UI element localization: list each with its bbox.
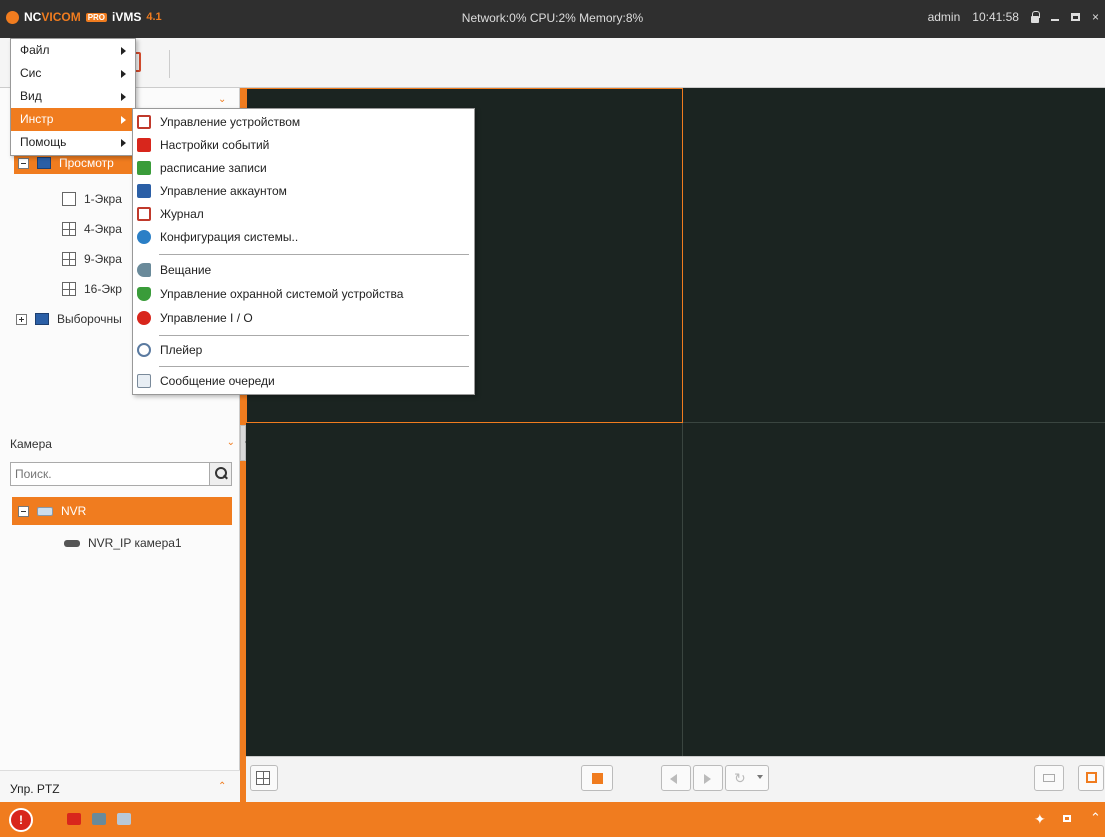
restore-icon[interactable] [1063,815,1071,822]
menu-broadcast[interactable]: Вещание [133,259,474,281]
account-management-icon [137,184,151,198]
menu-item-tools[interactable]: Инстр [11,108,135,131]
arrow-left-icon [670,774,677,784]
snapshot-button[interactable] [1034,765,1064,791]
nvr-icon [37,506,53,516]
custom-view-icon [35,313,49,325]
audio-icon[interactable] [117,813,131,825]
chevron-right-icon [121,139,126,147]
refresh-icon: ↻ [734,770,746,786]
pin-icon[interactable]: ✦ [1034,811,1046,828]
menu-io-management[interactable]: Управление I / O [133,307,474,329]
menu-item-view[interactable]: Вид [11,85,135,108]
chevron-right-icon [121,70,126,78]
menu-log[interactable]: Журнал [133,203,474,225]
stop-icon [592,773,603,784]
tree-item-custom-view[interactable]: Выборочны [16,312,122,326]
minimize-icon[interactable] [1050,19,1059,21]
next-button[interactable] [693,765,723,791]
search-icon[interactable] [209,463,231,485]
playback-control-bar: ↻ [246,756,1105,802]
chevron-down-icon[interactable]: ⌄ [227,437,235,451]
expand-icon[interactable] [16,313,27,325]
fullscreen-icon [1086,772,1097,783]
cycle-button[interactable]: ↻ [725,765,769,791]
previous-button[interactable] [661,765,691,791]
layout-9-icon [62,252,76,266]
tree-item-camera[interactable]: NVR_IP камера1 [64,536,182,550]
search-input[interactable] [11,463,201,485]
maximize-icon[interactable] [1070,13,1080,21]
tree-item-layout-16[interactable]: 16-Экр [62,282,122,296]
menu-player[interactable]: Плейер [133,339,474,361]
log-icon [137,207,151,221]
broadcast-icon [137,263,151,277]
collapse-icon[interactable] [18,505,29,517]
menu-security-control[interactable]: Управление охранной системой устройства [133,283,474,305]
toolbar [0,38,1105,88]
toolbar-separator [169,50,170,78]
event-settings-icon [137,138,151,152]
tree-item-layout-9[interactable]: 9-Экра [62,252,122,266]
view-group-icon [37,157,51,169]
ptz-panel-header[interactable]: Упр. PTZ ⌃ [0,770,240,802]
main-menu: Файл Сис Вид Инстр Помощь [10,38,136,156]
menu-item-help[interactable]: Помощь [11,131,135,154]
camera-snapshot-icon [1043,774,1055,782]
tools-submenu: Управление устройством Настройки событий… [132,108,475,395]
device-management-icon [137,115,151,129]
security-control-icon [137,287,151,301]
menu-item-system[interactable]: Сис [11,62,135,85]
record-schedule-icon [137,161,151,175]
menu-item-file[interactable]: Файл [11,39,135,62]
chevron-down-icon[interactable]: ⌄ [218,94,226,105]
tree-item-layout-4[interactable]: 4-Экра [62,222,122,236]
title-bar: NCVICOM PRO iVMS 4.1 Network:0% CPU:2% M… [0,0,1105,38]
camera-search [10,462,232,486]
stop-all-button[interactable] [581,765,613,791]
menu-device-management[interactable]: Управление устройством [133,111,474,133]
layout-1-icon [62,192,76,206]
lock-icon[interactable] [1030,10,1040,23]
chevron-right-icon [121,47,126,55]
clock: 10:41:58 [972,10,1019,24]
menu-message-queue[interactable]: Сообщение очереди [133,370,474,392]
alarm-icon[interactable]: ! [9,808,33,832]
menu-account-management[interactable]: Управление аккаунтом [133,180,474,202]
camera-section-header[interactable]: Камера ⌄ [10,437,235,451]
layout-16-icon [62,282,76,296]
grid-layout-icon [256,771,270,785]
menu-event-settings[interactable]: Настройки событий [133,134,474,156]
layout-4-icon [62,222,76,236]
status-bar: ! ✦ ⌃ [0,802,1105,837]
arrow-right-icon [704,774,711,784]
tree-item-nvr[interactable]: NVR [12,497,232,525]
tree-item-layout-1[interactable]: 1-Экра [62,192,122,206]
current-user[interactable]: admin [928,10,961,24]
expand-up-icon[interactable]: ⌃ [1090,810,1101,826]
menu-system-configuration[interactable]: Конфигурация системы.. [133,226,474,248]
close-icon[interactable]: × [1092,10,1099,24]
camera-icon [64,539,80,547]
chevron-up-icon[interactable]: ⌃ [218,781,226,792]
layout-selector-button[interactable] [250,765,278,791]
menu-record-schedule[interactable]: расписание записи [133,157,474,179]
player-icon [137,343,151,357]
system-config-icon [137,230,151,244]
chevron-right-icon [121,93,126,101]
io-management-icon [137,311,151,325]
dropdown-icon [757,775,763,782]
record-alarm-icon[interactable] [67,813,81,825]
collapse-icon[interactable] [18,157,29,169]
message-queue-icon [137,374,151,388]
fullscreen-button[interactable] [1078,765,1104,791]
event-icon[interactable] [92,813,106,825]
chevron-right-icon [121,116,126,124]
